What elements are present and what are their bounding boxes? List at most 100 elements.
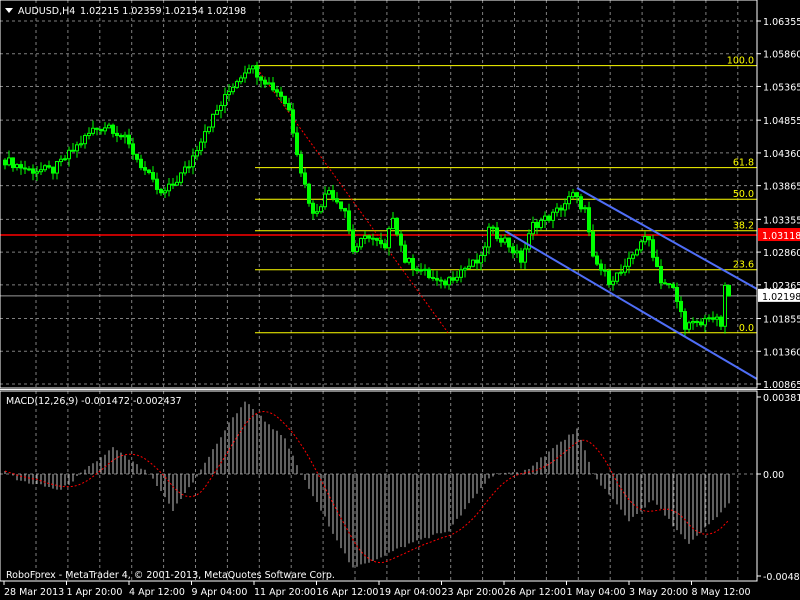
time-tick-label: 11 Apr 20:00 <box>254 587 316 598</box>
candle-body <box>307 183 311 204</box>
candle-body <box>39 169 43 173</box>
price-tick-label: 1.01360 <box>763 347 800 358</box>
grid <box>0 0 757 581</box>
candle-body <box>463 267 467 271</box>
candle-body <box>407 257 411 263</box>
candle-body <box>515 250 519 254</box>
candle-body <box>467 265 471 269</box>
candle-body <box>79 143 83 146</box>
candle-body <box>131 143 135 155</box>
candle-body <box>591 231 595 257</box>
candle-body <box>451 277 455 281</box>
candle-body <box>631 254 635 259</box>
candle-body <box>707 317 711 320</box>
price-tick-label: 1.02860 <box>763 248 800 259</box>
candle-body <box>355 246 359 252</box>
macd-label: MACD(12,26,9) -0.001472 -0.002437 <box>6 396 182 407</box>
candle-body <box>215 109 219 115</box>
candle-body <box>611 280 615 285</box>
candle-body <box>675 286 679 302</box>
candle-body <box>243 72 247 79</box>
fib-level-label: 23.6 <box>733 260 754 271</box>
time-tick-label: 9 Apr 04:00 <box>192 587 248 598</box>
macd-tick-label: 0.00 <box>763 470 784 481</box>
candle-body <box>219 105 223 111</box>
candle-body <box>559 207 563 211</box>
candle-body <box>659 265 663 284</box>
candle-body <box>255 65 259 78</box>
candle-body <box>67 149 71 160</box>
candle-body <box>427 268 431 278</box>
dropdown-arrow-icon[interactable] <box>5 8 13 13</box>
time-tick-label: 1 Apr 20:00 <box>67 587 123 598</box>
channel-lower-line <box>504 230 758 380</box>
candle-body <box>63 158 67 161</box>
symbol-label: AUDUSD,H4 <box>18 6 75 17</box>
time-tick-label: 16 Apr 12:00 <box>317 587 379 598</box>
candle-body <box>375 237 379 241</box>
candle-body <box>159 188 163 194</box>
candle-body <box>487 226 491 248</box>
candle-body <box>607 270 611 285</box>
candle-body <box>543 215 547 221</box>
candle-body <box>199 141 203 152</box>
candle-body <box>363 235 367 240</box>
candle-body <box>231 86 235 93</box>
time-tick-label: 26 Apr 12:00 <box>504 587 566 598</box>
candle-body <box>715 316 719 320</box>
candle-body <box>663 282 667 285</box>
price-tick-label: 1.04360 <box>763 149 800 160</box>
candle-body <box>251 65 255 70</box>
price-tick-label: 1.03865 <box>763 182 800 193</box>
time-tick-label: 19 Apr 04:00 <box>379 587 441 598</box>
candle-body <box>459 269 463 278</box>
candle-body <box>423 268 427 271</box>
candle-body <box>35 171 39 174</box>
last-price-label: 1.02198 <box>762 292 800 303</box>
candle-body <box>411 257 415 270</box>
candle-body <box>287 103 291 111</box>
candle-body <box>315 211 319 214</box>
candle-body <box>151 172 155 180</box>
candle-body <box>71 149 75 152</box>
candle-body <box>699 321 703 326</box>
candle-body <box>371 237 375 240</box>
candle-body <box>111 124 115 134</box>
fib-level-label: 38.2 <box>733 221 754 232</box>
candle-body <box>55 161 59 174</box>
fib-level-label: 61.8 <box>733 158 754 169</box>
candle-body <box>499 238 503 243</box>
candle-body <box>155 178 159 190</box>
candle-body <box>575 192 579 198</box>
candle-body <box>339 201 343 210</box>
candle-body <box>203 131 207 143</box>
candle-body <box>535 221 539 228</box>
candle-body <box>107 124 111 129</box>
candle-body <box>511 246 515 254</box>
price-tick-label: 1.05365 <box>763 82 800 93</box>
candle-body <box>135 153 139 160</box>
macd-border <box>0 390 758 582</box>
candle-body <box>15 164 19 169</box>
candle-body <box>175 181 179 186</box>
candle-body <box>119 135 123 138</box>
candle-body <box>283 95 287 105</box>
candle-body <box>259 76 263 81</box>
candle-body <box>31 168 35 174</box>
candle-body <box>319 206 323 213</box>
candle-body <box>335 198 339 203</box>
candle-body <box>671 283 675 288</box>
candle-body <box>627 257 631 267</box>
candle-body <box>167 183 171 192</box>
candle-body <box>211 113 215 128</box>
channel-upper-line <box>576 187 758 290</box>
candle-body <box>227 91 231 96</box>
candle-body <box>439 279 443 282</box>
candle-body <box>171 183 175 186</box>
fibonacci-retracement: 100.0 61.8 50.0 38.2 23.6 0.0 <box>255 56 757 334</box>
candle-body <box>551 211 555 221</box>
candle-body <box>247 68 251 74</box>
candle-body <box>531 221 535 235</box>
candle-body <box>687 322 691 330</box>
candle-body <box>503 237 507 243</box>
